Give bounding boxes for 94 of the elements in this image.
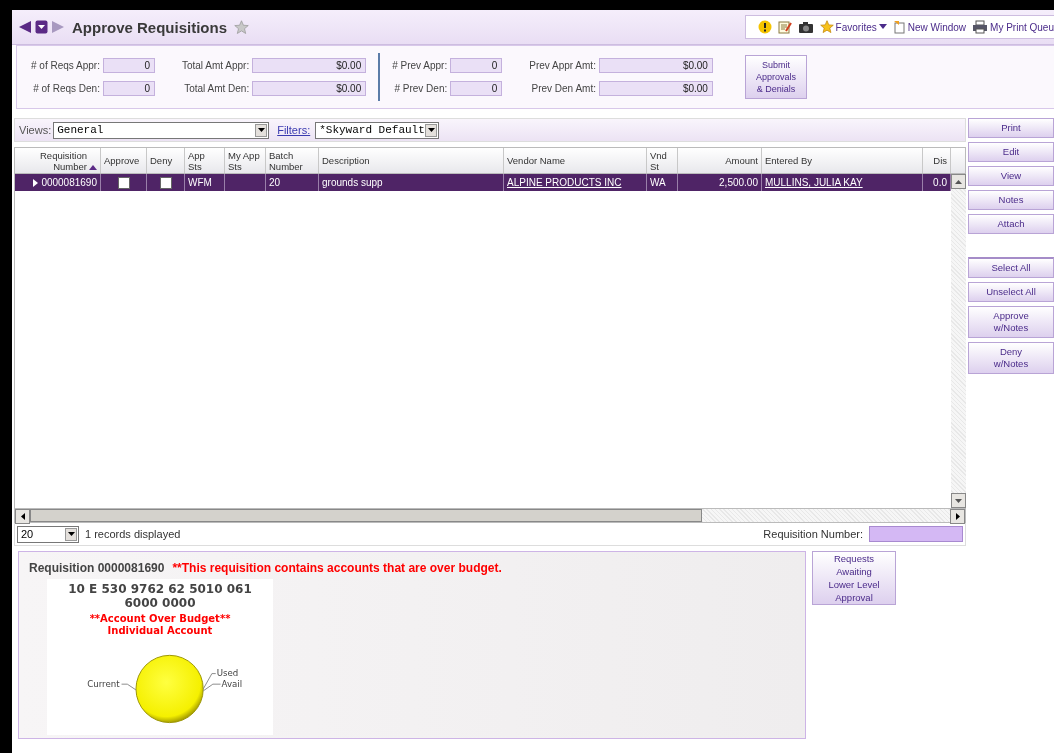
field-label: Total Amt Den: — [183, 83, 250, 94]
alert-icon[interactable] — [757, 20, 772, 34]
column-header[interactable]: Requisition Number — [18, 149, 87, 172]
new-window-button[interactable]: New Window — [892, 20, 967, 34]
side-button[interactable]: Attach — [968, 214, 1054, 234]
page-size-dropdown[interactable]: 20 — [17, 525, 79, 543]
side-button[interactable]: Print — [968, 118, 1054, 138]
chart-subtitle: **Account Over Budget** — [89, 612, 231, 625]
side-button[interactable]: Edit — [968, 142, 1054, 162]
column-header[interactable]: Approve — [104, 155, 140, 166]
field-label: # of Reqs Den: — [32, 83, 100, 94]
table-link[interactable]: ALPINE PRODUCTS INC — [507, 177, 622, 188]
submit-button[interactable]: Submit Approvals & Denials — [744, 55, 807, 99]
total-field: 0 — [450, 58, 503, 73]
total-field: $0.00 — [598, 58, 713, 73]
row-pointer-icon — [33, 178, 39, 187]
checkbox[interactable] — [117, 176, 130, 189]
total-field: 0 — [102, 81, 155, 96]
field-label: Prev Den Amt: — [530, 83, 596, 94]
column-header[interactable]: Vendor Name — [507, 155, 566, 166]
column-header[interactable]: Amount — [725, 155, 758, 166]
table-cell: 20 — [269, 177, 281, 188]
table-cell: 0.0 — [933, 177, 947, 188]
table-cell: grounds supp — [322, 177, 383, 188]
requisition-number-label: Requisition Number: — [763, 528, 863, 540]
back-arrow-icon[interactable] — [18, 20, 32, 34]
total-field: 0 — [102, 58, 155, 73]
side-button[interactable]: Unselect All — [968, 282, 1054, 302]
horizontal-scrollbar[interactable] — [15, 508, 965, 522]
caret-icon — [257, 128, 265, 132]
caret-icon — [67, 532, 75, 536]
notepad-icon[interactable] — [777, 20, 792, 34]
chart-label: Avail — [221, 678, 243, 689]
account-number: 10 E 530 9762 62 5010 061 — [68, 582, 252, 596]
dropdown-icon[interactable] — [35, 20, 48, 34]
views-label: Views: — [19, 124, 52, 136]
scroll-up-icon — [955, 179, 962, 184]
filters-dropdown[interactable]: *Skyward Default — [315, 121, 440, 139]
column-header[interactable]: Vnd St — [650, 149, 674, 172]
requests-awaiting-button[interactable]: Requests Awaiting Lower Level Approval — [812, 551, 896, 605]
chart-subtitle: Individual Account — [107, 624, 213, 637]
chart-label: Used — [216, 668, 239, 679]
pie-chart — [135, 654, 204, 723]
print-queue-button[interactable]: My Print Queu — [972, 20, 1054, 34]
side-button[interactable]: Select All — [968, 257, 1054, 278]
total-field: $0.00 — [598, 81, 713, 96]
chart-label: Current — [87, 678, 120, 689]
table-cell: 0000081690 — [41, 177, 97, 188]
total-field: 0 — [450, 81, 503, 96]
field-label: # Prev Den: — [393, 83, 448, 94]
requisition-number-field[interactable] — [869, 526, 963, 542]
column-header[interactable]: Entered By — [765, 155, 812, 166]
field-label: # Prev Appr: — [392, 60, 448, 71]
checkbox[interactable] — [159, 176, 172, 189]
requisition-heading: Requisition 0000081690 — [29, 561, 165, 575]
field-label: # of Reqs Appr: — [31, 60, 100, 71]
scroll-down-icon — [955, 498, 962, 503]
filters-link[interactable]: Filters: — [277, 124, 311, 136]
total-field: $0.00 — [252, 81, 367, 96]
page-title: Approve Requisitions — [72, 18, 228, 36]
record-count: 1 records displayed — [85, 528, 181, 540]
caret-icon — [878, 24, 887, 30]
favorites-button[interactable]: Favorites — [819, 20, 887, 34]
caret-icon — [427, 128, 435, 132]
leader-line — [121, 683, 137, 691]
account-number: 6000 0000 — [124, 596, 196, 610]
side-button[interactable]: View — [968, 166, 1054, 186]
field-label: Total Amt Appr: — [181, 60, 250, 71]
total-field: $0.00 — [252, 58, 367, 73]
column-header[interactable]: App Sts — [188, 149, 221, 172]
views-dropdown[interactable]: General — [53, 121, 270, 139]
table-link[interactable]: MULLINS, JULIA KAY — [765, 177, 863, 188]
column-header[interactable]: My App Sts — [228, 149, 262, 172]
column-header[interactable]: Deny — [150, 155, 173, 166]
table-cell: WA — [650, 177, 666, 188]
field-label: Prev Appr Amt: — [529, 60, 596, 71]
side-button[interactable]: Approve w/Notes — [968, 306, 1054, 338]
table-cell: WFM — [188, 177, 212, 188]
printer-icon — [972, 20, 989, 34]
star-icon — [819, 20, 834, 34]
column-header[interactable]: Description — [322, 155, 370, 166]
side-button[interactable]: Deny w/Notes — [968, 342, 1054, 374]
budget-warning: **This requisition contains accounts that are over budget. — [172, 561, 502, 575]
scroll-left-icon — [20, 513, 25, 520]
side-button[interactable]: Notes — [968, 190, 1054, 210]
camera-icon[interactable] — [797, 20, 814, 34]
vertical-scrollbar[interactable] — [951, 174, 966, 508]
star-icon[interactable] — [234, 19, 250, 35]
column-header[interactable]: Batch Number — [269, 149, 315, 172]
table-cell: 2,500.00 — [719, 177, 758, 188]
column-header[interactable]: Dis — [933, 155, 947, 166]
table-row[interactable]: 0000081690 WFM 20 grounds supp ALPINE PRODUCTS INC WA 2,500.00 MULLINS, JULIA KAY 0.0 — [15, 174, 951, 191]
new-window-icon — [892, 20, 906, 34]
scroll-right-icon — [955, 513, 960, 520]
